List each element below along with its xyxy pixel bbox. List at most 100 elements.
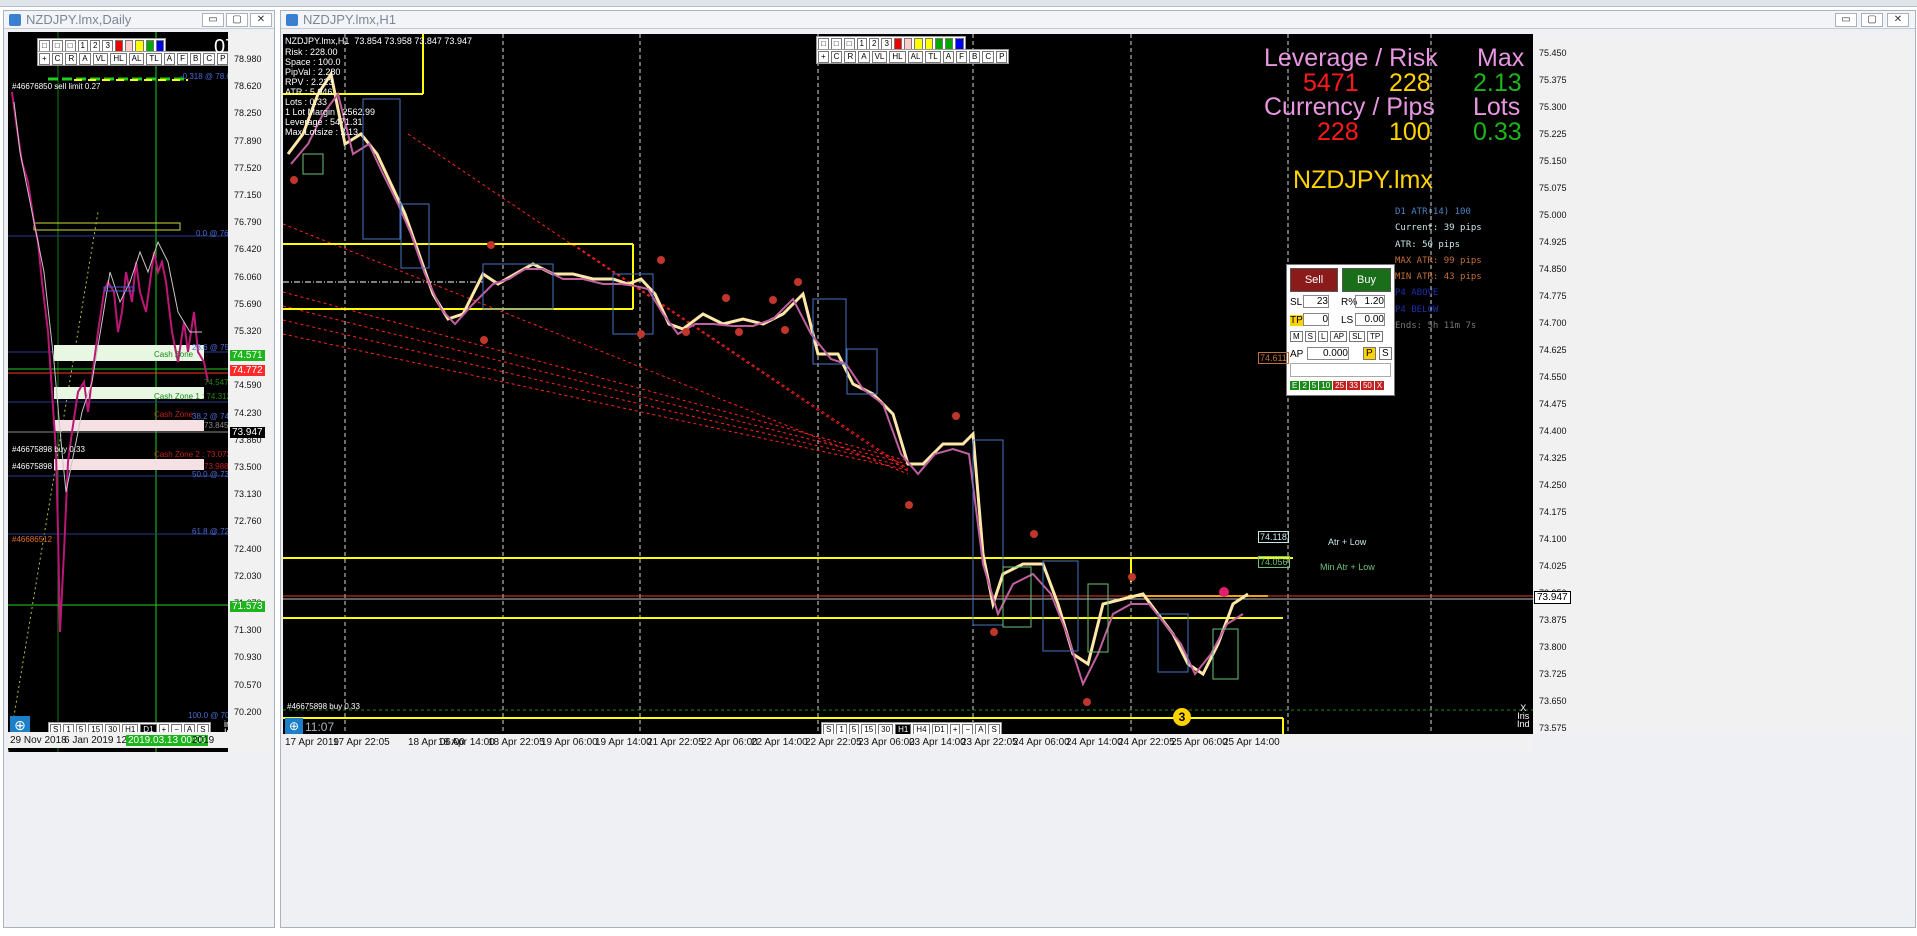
price-tag-74056: 74.056 (1258, 556, 1290, 568)
ls-input[interactable]: 0.00 (1355, 313, 1385, 326)
price-tick: 72.760 (234, 516, 262, 527)
close-percent-button[interactable]: X (1374, 381, 1385, 390)
price-tick: 74.590 (234, 380, 262, 391)
comment-input[interactable] (1290, 363, 1391, 377)
mode-button[interactable]: AP (1330, 331, 1348, 342)
mode-button[interactable]: SL (1349, 331, 1365, 342)
close-percent-button[interactable]: 33 (1347, 381, 1360, 390)
crosshair-icon[interactable]: ⊕ (285, 718, 303, 734)
window-titlebar: NZDJPY.lmx,Daily ▭ ▢ ✕ (4, 11, 274, 29)
h1-time-axis[interactable]: 17 Apr 2019 17 Apr 22:05 18 Apr 06:00 18 Ap… (283, 734, 1533, 750)
chart-draw-toolbar[interactable]: + C R A VL HL AL TL A F B C P (37, 51, 231, 66)
time-label: 23 Apr 06:00 (858, 737, 915, 748)
ap-label: AP (1290, 349, 1304, 360)
price-tick: 70.930 (234, 652, 262, 663)
info-line: Leverage : 5471.31 (285, 117, 363, 127)
time-label: 17 Apr 2019 (285, 737, 339, 748)
chart-window-icon (9, 14, 21, 26)
info-line: 1 Lot Margin : 2562.99 (285, 107, 376, 117)
price-tick: 75.000 (1539, 210, 1567, 220)
toolbar-strip (0, 0, 1917, 7)
trade-panel: Sell Buy SL 23 R% 1.20 TP 0 LS 0.00 MSLA… (1286, 264, 1395, 396)
tp-input[interactable]: 0 (1303, 313, 1329, 326)
close-percent-buttons[interactable]: E 2 5 10 25 33 50 X (1290, 381, 1385, 390)
minimize-button[interactable]: ▭ (202, 13, 224, 27)
close-percent-button[interactable]: 25 (1333, 381, 1347, 390)
r-percent-input[interactable]: 1.20 (1355, 295, 1385, 308)
timeframe-bar[interactable]: S 1 5 15 30 H1 H4 D1 + − A S (821, 722, 1002, 734)
price-tag-green-2: 71.573 (230, 601, 265, 612)
chart-header-quote: NZDJPY.lmx,H1 73.854 73.958 73.847 73.94… (285, 36, 472, 46)
time-label: 18 Apr 14:00 (438, 737, 495, 748)
h1-price-axis[interactable]: 75.450 75.375 75.300 75.225 75.150 75.075 75.0… (1533, 34, 1911, 734)
lots-value: 0.33 (1473, 118, 1522, 146)
price-tick: 74.250 (1539, 480, 1567, 490)
p-button[interactable]: P (1363, 347, 1376, 360)
close-percent-button[interactable]: E (1290, 381, 1300, 390)
leverage-risk-label: Leverage / Risk (1264, 44, 1438, 72)
price-tick: 77.520 (234, 162, 262, 173)
s-button[interactable]: S (1379, 347, 1392, 360)
daily-time-axis[interactable]: 29 Nov 2018 6 Jan 2019 12 2019.03.13 00:… (8, 732, 272, 748)
price-tick: 75.320 (234, 326, 262, 336)
price-tick: 73.650 (1539, 696, 1567, 706)
info-line: RPV : 2.223 (285, 77, 334, 87)
window-titlebar: NZDJPY.lmx,H1 ▭ ▢ ✕ (281, 11, 1915, 29)
price-tick: 73.800 (1539, 642, 1567, 652)
time-label: 21 Apr 22:05 (647, 737, 704, 748)
price-tick: 78.620 (234, 81, 262, 92)
price-tick: 73.130 (234, 489, 262, 500)
time-label: 17 Apr 22:05 (333, 737, 390, 748)
price-tick: 74.775 (1539, 291, 1567, 301)
time-label: 23 Apr 22:05 (961, 737, 1018, 748)
close-button[interactable]: ✕ (250, 13, 272, 27)
account-info-block: Risk : 228.00 Space : 100.0 PipVal : 2.280… (285, 47, 375, 137)
mode-buttons[interactable]: M S L AP SL TP (1290, 331, 1385, 342)
time-label: 19 Apr 06:00 (541, 737, 598, 748)
mode-button[interactable]: M (1290, 331, 1303, 342)
time-label: 6 Jan 2019 (64, 735, 114, 746)
maximize-button[interactable]: ▢ (226, 13, 248, 27)
close-button[interactable]: ✕ (1887, 13, 1909, 27)
sl-label: SL (1290, 297, 1303, 308)
zone-small-1: 74.547 (204, 378, 229, 387)
order-label-4: #46686512 (12, 535, 53, 544)
mode-button[interactable]: S (1304, 331, 1317, 342)
time-label: 29 Nov 2018 (10, 735, 67, 746)
buy-button[interactable]: Buy (1342, 268, 1391, 292)
daily-price-axis[interactable]: 78.980 78.620 78.250 77.890 77.520 77.150 76.7… (228, 32, 272, 752)
price-tick: 73.875 (1539, 615, 1567, 625)
tp-label: TP (1290, 315, 1303, 326)
min-atr-low-label: Min Atr + Low (1320, 562, 1375, 572)
price-tick: 74.550 (1539, 372, 1567, 382)
h1-chart-canvas[interactable]: NZDJPY.lmx,H1 73.854 73.958 73.847 73.94… (283, 34, 1533, 734)
close-percent-button[interactable]: 5 (1309, 381, 1319, 390)
maximize-button[interactable]: ▢ (1861, 13, 1883, 27)
mode-button[interactable]: TP (1366, 331, 1384, 342)
time-label: 18 Apr 22:05 (488, 737, 545, 748)
info-line: Risk : 228.00 (285, 47, 338, 57)
ls-label: LS (1341, 315, 1354, 326)
info-line: Space : 100.0 (285, 57, 341, 67)
price-tick: 74.400 (1539, 426, 1567, 436)
price-tick: 74.175 (1539, 507, 1567, 517)
price-tick: 75.150 (1539, 156, 1567, 166)
time-label: 25 Apr 14:00 (1223, 737, 1280, 748)
sl-input[interactable]: 23 (1303, 295, 1329, 308)
price-tag-current: 73.947 (230, 427, 265, 438)
close-percent-button[interactable]: 2 (1300, 381, 1309, 390)
chart-window-icon (286, 14, 298, 26)
close-percent-button[interactable]: 50 (1360, 381, 1374, 390)
sell-button[interactable]: Sell (1290, 268, 1338, 292)
pips-value: 100 (1389, 118, 1431, 146)
mode-button[interactable]: L (1318, 331, 1329, 342)
minimize-button[interactable]: ▭ (1835, 13, 1857, 27)
close-percent-button[interactable]: 10 (1319, 381, 1333, 390)
price-tick: 73.725 (1539, 669, 1567, 679)
chart-draw-toolbar[interactable]: + C R A VL HL AL TL A F B C P (816, 49, 1010, 64)
ap-input[interactable]: 0.000 (1307, 347, 1349, 360)
price-tag-red: 74.772 (230, 365, 265, 376)
price-tick: 73.575 (1539, 723, 1567, 733)
price-tick: 71.300 (234, 625, 262, 636)
price-tick: 72.030 (234, 570, 262, 581)
